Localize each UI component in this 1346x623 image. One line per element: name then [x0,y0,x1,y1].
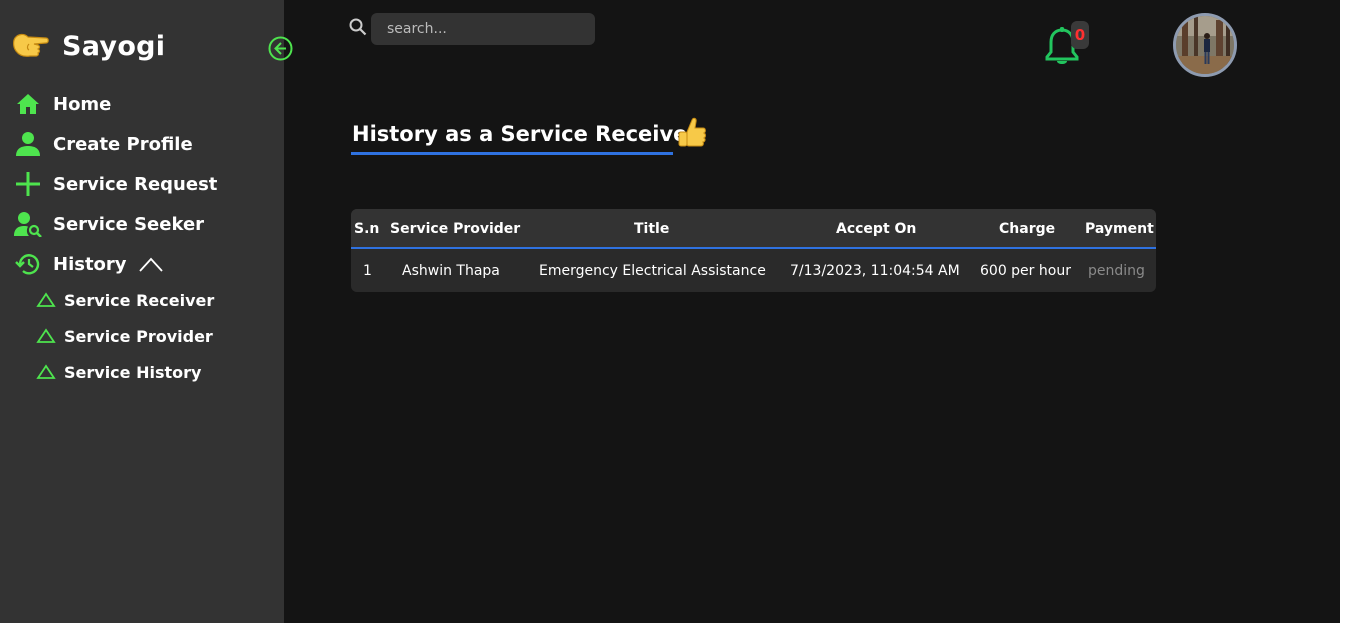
cell-service-provider: Ashwin Thapa [402,263,500,279]
page-title: History as a Service Receiver [352,122,698,146]
triangle-icon [36,364,56,379]
cell-charge: 600 per hour [980,263,1071,279]
triangle-icon [36,328,56,343]
sidebar-subitem-service-receiver[interactable]: Service Receiver [36,282,214,318]
column-header-charge: Charge [999,221,1056,237]
home-icon [14,90,42,118]
sidebar-item-label: Service Seeker [53,213,205,235]
sidebar-subitem-service-history[interactable]: Service History [36,354,214,390]
sidebar-item-service-request[interactable]: Service Request [14,164,217,204]
plus-icon [14,170,42,198]
sidebar-subitem-label: Service History [64,362,202,382]
chevron-up-icon[interactable] [138,255,163,273]
cell-title: Emergency Electrical Assistance [539,263,766,279]
title-underline [351,152,673,155]
sidebar-item-service-seeker[interactable]: Service Seeker [14,204,217,244]
sidebar-item-home[interactable]: Home [14,84,217,124]
brand-name: Sayogi [62,30,166,62]
search-icon [349,18,367,36]
cell-sn: 1 [363,263,372,279]
sidebar-subitem-label: Service Receiver [64,290,215,310]
pointing-hand-logo-icon [13,33,49,57]
sidebar-item-label: Home [53,93,112,115]
column-header-accept-on: Accept On [836,221,917,237]
sidebar-subitem-service-provider[interactable]: Service Provider [36,318,214,354]
sidebar-item-create-profile[interactable]: Create Profile [14,124,217,164]
avatar[interactable] [1173,13,1237,77]
search-input[interactable] [371,13,595,45]
person-icon [14,130,42,158]
table-header: S.n Service Provider Title Accept On Cha… [351,209,1156,249]
column-header-service-provider: Service Provider [390,221,521,237]
scrollbar[interactable] [1340,0,1346,623]
sidebar: Sayogi Home Create Profile Service Reque… [0,0,284,623]
thumbs-up-icon [678,117,706,147]
cell-accept-on: 7/13/2023, 11:04:54 AM [790,263,960,279]
column-header-payment: Payment [1085,221,1154,237]
column-header-title: Title [634,221,670,237]
history-subnav: Service Receiver Service Provider Servic… [36,282,214,390]
sidebar-item-label: History [53,253,127,275]
history-icon [14,250,42,278]
triangle-icon [36,292,56,307]
notification-badge: 0 [1071,21,1089,49]
sidebar-item-label: Create Profile [53,133,193,155]
sidebar-nav: Home Create Profile Service Request Serv… [14,84,217,284]
app-root: Sayogi Home Create Profile Service Reque… [0,0,1346,623]
column-header-sn: S.n [354,221,380,237]
person-search-icon [14,210,42,238]
history-table: S.n Service Provider Title Accept On Cha… [351,209,1156,292]
payment-status: pending [1088,263,1145,279]
brand[interactable]: Sayogi [12,30,165,62]
sidebar-item-label: Service Request [53,173,218,195]
sidebar-item-history[interactable]: History [14,244,217,284]
arrow-left-circle-icon[interactable] [268,36,293,61]
sidebar-subitem-label: Service Provider [64,326,213,346]
